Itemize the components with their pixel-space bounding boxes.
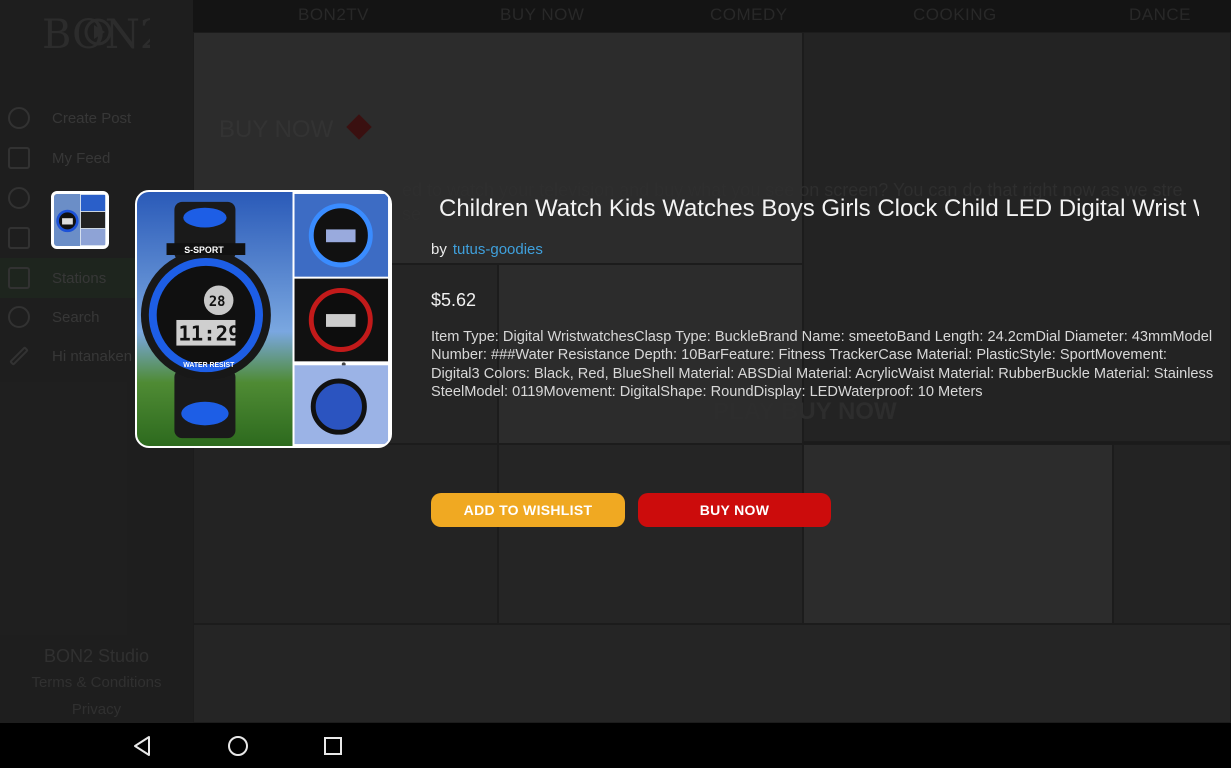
- system-nav-bar: [0, 723, 1231, 768]
- home-button[interactable]: [226, 734, 250, 758]
- watch-time-digits: 11:29: [178, 322, 240, 346]
- product-image[interactable]: S-SPORT 28 11:29 WATER RESIST: [135, 190, 392, 448]
- add-to-wishlist-button[interactable]: ADD TO WISHLIST: [431, 493, 625, 527]
- product-description: Item Type: Digital WristwatchesClasp Typ…: [431, 329, 1214, 400]
- watch-strap-text: WATER RESIST: [183, 362, 235, 369]
- watch-small-digits: 28: [209, 294, 226, 310]
- seller-link[interactable]: tutus-goodies: [453, 241, 543, 258]
- back-button[interactable]: [131, 734, 155, 758]
- buy-now-button[interactable]: BUY NOW: [638, 493, 831, 527]
- seller-row: by tutus-goodies: [431, 241, 543, 258]
- back-icon: [134, 736, 150, 756]
- watch-brand-text: S-SPORT: [184, 245, 224, 255]
- product-thumbnail[interactable]: [51, 191, 109, 249]
- home-icon: [228, 736, 248, 756]
- by-label: by: [431, 241, 447, 258]
- recents-icon: [324, 737, 342, 755]
- product-title: Children Watch Kids Watches Boys Girls C…: [439, 195, 1199, 222]
- recents-button[interactable]: [321, 734, 345, 758]
- product-price: $5.62: [431, 290, 477, 310]
